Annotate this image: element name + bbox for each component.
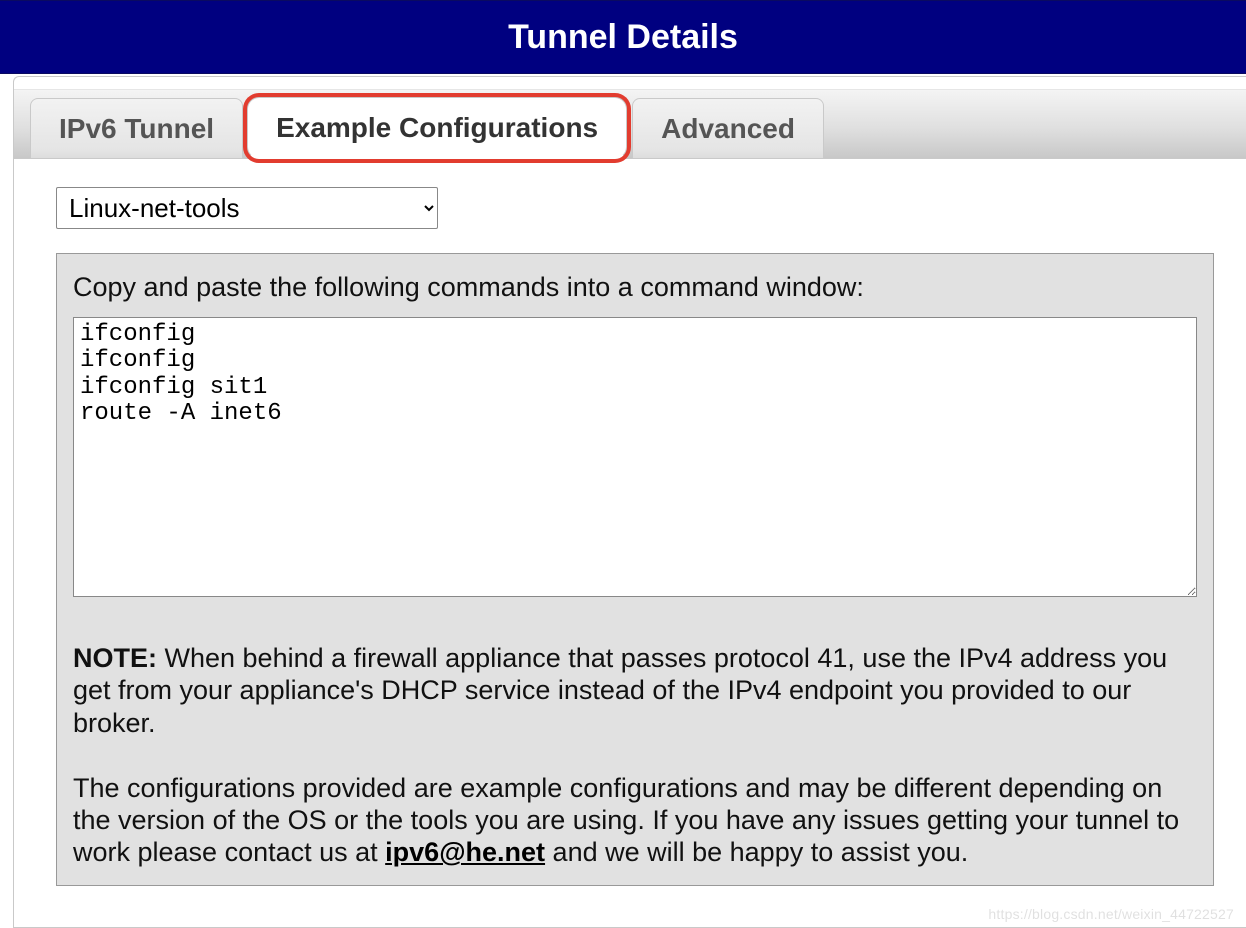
tab-bar: IPv6 Tunnel Example Configurations Advan… [14,89,1246,159]
page-title-bar: Tunnel Details [0,0,1246,74]
tab-advanced[interactable]: Advanced [632,98,824,158]
tab-example-configurations[interactable]: Example Configurations [247,97,627,159]
tab-body-example-configurations: Linux-net-tools Copy and paste the follo… [14,159,1246,886]
os-select[interactable]: Linux-net-tools [56,187,438,229]
tab-label: Example Configurations [276,112,598,144]
page-title: Tunnel Details [508,18,738,56]
tab-label: Advanced [661,113,795,145]
tab-ipv6-tunnel[interactable]: IPv6 Tunnel [30,98,243,158]
config-box: Copy and paste the following commands in… [56,253,1214,886]
commands-textarea[interactable] [73,317,1197,597]
note-label: NOTE: [73,643,157,673]
contact-email-link[interactable]: ipv6@he.net [385,837,545,867]
note-block: NOTE: When behind a firewall appliance t… [73,642,1197,869]
copy-paste-instruction: Copy and paste the following commands in… [73,272,1197,303]
note-body-1: When behind a firewall appliance that pa… [73,643,1167,738]
tunnel-details-panel: IPv6 Tunnel Example Configurations Advan… [13,76,1246,928]
tab-label: IPv6 Tunnel [59,113,214,145]
note-body-2b: and we will be happy to assist you. [545,837,968,867]
watermark: https://blog.csdn.net/weixin_44722527 [988,906,1234,922]
